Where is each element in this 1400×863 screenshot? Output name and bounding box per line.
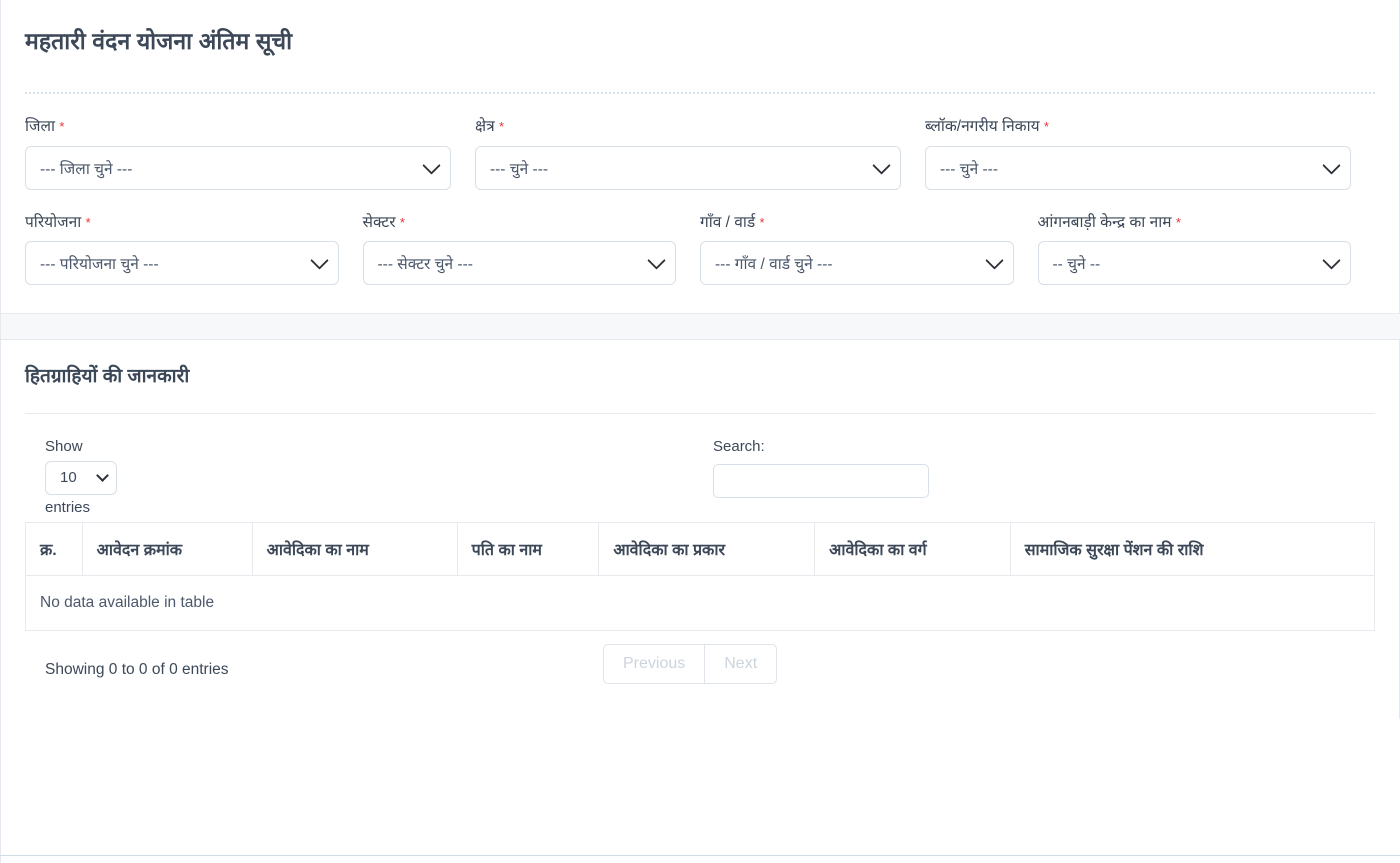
required-marker: *	[85, 214, 91, 230]
column-header-applicant-name[interactable]: आवेदिका का नाम	[251, 521, 458, 576]
required-marker: *	[1175, 214, 1181, 230]
field-anganwadi-center: आंगनबाड़ी केन्द्र का नाम * -- चुने --	[1037, 212, 1376, 286]
page-header: महतारी वंदन योजना अंतिम सूची	[1, 0, 1399, 92]
select-sector[interactable]: --- सेक्टर चुने ---	[362, 241, 676, 286]
filters-card: महतारी वंदन योजना अंतिम सूची जिला * --- …	[0, 0, 1400, 314]
page-length-control: Show 10 entries	[45, 436, 117, 519]
datatable-controls: Show 10 entries Search:	[25, 414, 1375, 522]
field-block: ब्लॉक/नगरीय निकाय * --- चुने ---	[924, 116, 1375, 190]
field-village-ward: गाँव / वार्ड * --- गाँव / वार्ड चुने ---	[700, 212, 1038, 286]
column-header-applicant-category[interactable]: आवेदिका का वर्ग	[814, 521, 1011, 576]
entries-label: entries	[45, 498, 91, 516]
label-project: परियोजना *	[25, 212, 339, 234]
beneficiaries-header: हितग्राहियों की जानकारी	[1, 340, 1399, 391]
required-marker: *	[1043, 119, 1049, 134]
datatable-footer: Showing 0 to 0 of 0 entries Previous Nex…	[25, 631, 1375, 719]
filters-row-2: परियोजना * --- परियोजना चुने --- सेक्टर …	[25, 212, 1375, 286]
page-bottom-border	[0, 855, 1400, 856]
search-input[interactable]	[713, 463, 929, 498]
label-block-text: ब्लॉक/नगरीय निकाय	[924, 118, 1040, 135]
pagination: Previous Next	[603, 643, 778, 684]
select-sector-value: --- सेक्टर चुने ---	[377, 256, 473, 274]
datatable-wrapper: Show 10 entries Search: क्र. आवेदन क्रमा…	[1, 414, 1399, 719]
label-sector-text: सेक्टर	[362, 213, 396, 231]
chevron-down-icon	[309, 251, 329, 271]
column-header-application-number[interactable]: आवेदन क्रमांक	[81, 521, 253, 576]
label-village-ward-text: गाँव / वार्ड	[700, 213, 756, 231]
beneficiaries-card: हितग्राहियों की जानकारी Show 10 entries …	[0, 340, 1400, 719]
filters-section: जिला * --- जिला चुने --- क्षेत्र * --- च…	[1, 94, 1399, 313]
select-project-value: --- परियोजना चुने ---	[40, 256, 159, 274]
required-marker: *	[59, 119, 65, 134]
select-village-ward[interactable]: --- गाँव / वार्ड चुने ---	[700, 241, 1014, 286]
search-control: Search:	[713, 436, 929, 498]
select-district-value: --- जिला चुने ---	[40, 160, 133, 178]
section-gap	[0, 313, 1400, 341]
search-label: Search:	[713, 437, 765, 455]
chevron-down-icon	[96, 469, 109, 482]
table-body: No data available in table	[25, 574, 1375, 631]
table-row: No data available in table	[25, 574, 1375, 631]
select-anganwadi-center[interactable]: -- चुने --	[1037, 241, 1351, 286]
table-header: क्र. आवेदन क्रमांक आवेदिका का नाम पति का…	[25, 521, 1376, 576]
next-page-button[interactable]: Next	[704, 643, 778, 684]
required-marker: *	[759, 214, 765, 230]
label-area-text: क्षेत्र	[474, 118, 495, 135]
chevron-down-icon	[647, 251, 666, 271]
label-sector: सेक्टर *	[363, 212, 677, 234]
page-length-select[interactable]: 10	[45, 460, 117, 495]
select-district[interactable]: --- जिला चुने ---	[25, 145, 451, 190]
chevron-down-icon	[1322, 155, 1341, 175]
column-header-husband-name[interactable]: पति का नाम	[456, 521, 600, 576]
previous-page-button[interactable]: Previous	[603, 643, 705, 684]
label-area: क्षेत्र *	[475, 116, 901, 138]
field-area: क्षेत्र * --- चुने ---	[474, 116, 925, 190]
page-title: महतारी वंदन योजना अंतिम सूची	[25, 28, 293, 54]
page-root: महतारी वंदन योजना अंतिम सूची जिला * --- …	[0, 0, 1400, 863]
required-marker: *	[399, 214, 405, 230]
label-anganwadi-center: आंगनबाड़ी केन्द्र का नाम *	[1038, 212, 1352, 234]
show-label: Show	[45, 437, 83, 455]
chevron-down-icon	[422, 155, 441, 175]
field-project: परियोजना * --- परियोजना चुने ---	[25, 212, 363, 286]
label-block: ब्लॉक/नगरीय निकाय *	[925, 116, 1351, 138]
column-header-social-security-pension-amount[interactable]: सामाजिक सुरक्षा पेंशन की राशि	[1009, 521, 1376, 576]
label-project-text: परियोजना	[25, 213, 82, 231]
field-district: जिला * --- जिला चुने ---	[25, 116, 475, 190]
section-title: हितग्राहियों की जानकारी	[25, 366, 190, 388]
label-district-text: जिला	[25, 118, 56, 135]
column-header-applicant-type[interactable]: आवेदिका का प्रकार	[598, 521, 816, 576]
required-marker: *	[498, 119, 505, 134]
label-district: जिला *	[25, 116, 451, 138]
label-anganwadi-center-text: आंगनबाड़ी केन्द्र का नाम	[1037, 213, 1172, 231]
table-header-row: क्र. आवेदन क्रमांक आवेदिका का नाम पति का…	[25, 521, 1376, 576]
select-project[interactable]: --- परियोजना चुने ---	[25, 241, 339, 286]
chevron-down-icon	[872, 155, 891, 175]
filters-row-1: जिला * --- जिला चुने --- क्षेत्र * --- च…	[25, 116, 1375, 190]
table-info: Showing 0 to 0 of 0 entries	[45, 660, 229, 678]
select-area-value: --- चुने ---	[489, 160, 549, 178]
page-length-value: 10	[60, 469, 77, 487]
column-header-serial[interactable]: क्र.	[25, 521, 83, 576]
select-village-ward-value: --- गाँव / वार्ड चुने ---	[715, 256, 833, 274]
select-block[interactable]: --- चुने ---	[924, 145, 1351, 190]
select-area[interactable]: --- चुने ---	[474, 145, 901, 190]
table-empty-message: No data available in table	[25, 574, 1375, 631]
chevron-down-icon	[1322, 251, 1341, 271]
select-anganwadi-center-value: -- चुने --	[1052, 256, 1101, 274]
chevron-down-icon	[984, 251, 1004, 271]
label-village-ward: गाँव / वार्ड *	[700, 212, 1014, 234]
select-block-value: --- चुने ---	[939, 160, 998, 178]
beneficiaries-table: क्र. आवेदन क्रमांक आवेदिका का नाम पति का…	[25, 521, 1376, 631]
field-sector: सेक्टर * --- सेक्टर चुने ---	[362, 212, 701, 286]
